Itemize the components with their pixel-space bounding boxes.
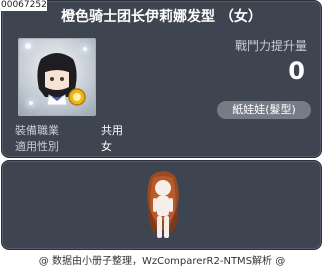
sparkle-icon (29, 101, 33, 105)
power-label: 戰鬥力提升量 (234, 39, 307, 53)
job-value: 共用 (101, 124, 123, 137)
preview-panel (1, 160, 322, 250)
character-preview (147, 171, 179, 238)
item-icon-frame (18, 38, 96, 116)
sparkle-icon (25, 43, 31, 49)
power-value: 0 (288, 57, 305, 85)
item-title: 橙色骑士团长伊莉娜发型 （女） (61, 9, 262, 25)
item-id: 00067252 (0, 0, 47, 11)
item-info-panel: 橙色骑士团长伊莉娜发型 （女） 戰鬥力提升量 0 紙娃娃(髮型) 裝備職業 共用… (1, 0, 322, 158)
footer-credit: @ 数据由小册子整理，WzComparerR2-NTMS解析 @ (38, 256, 286, 267)
category-badge: 紙娃娃(髮型) (217, 101, 311, 119)
sparkle-icon (83, 47, 87, 51)
gender-value: 女 (101, 140, 112, 153)
gender-label: 適用性別 (15, 140, 59, 153)
job-label: 裝備職業 (15, 124, 59, 137)
